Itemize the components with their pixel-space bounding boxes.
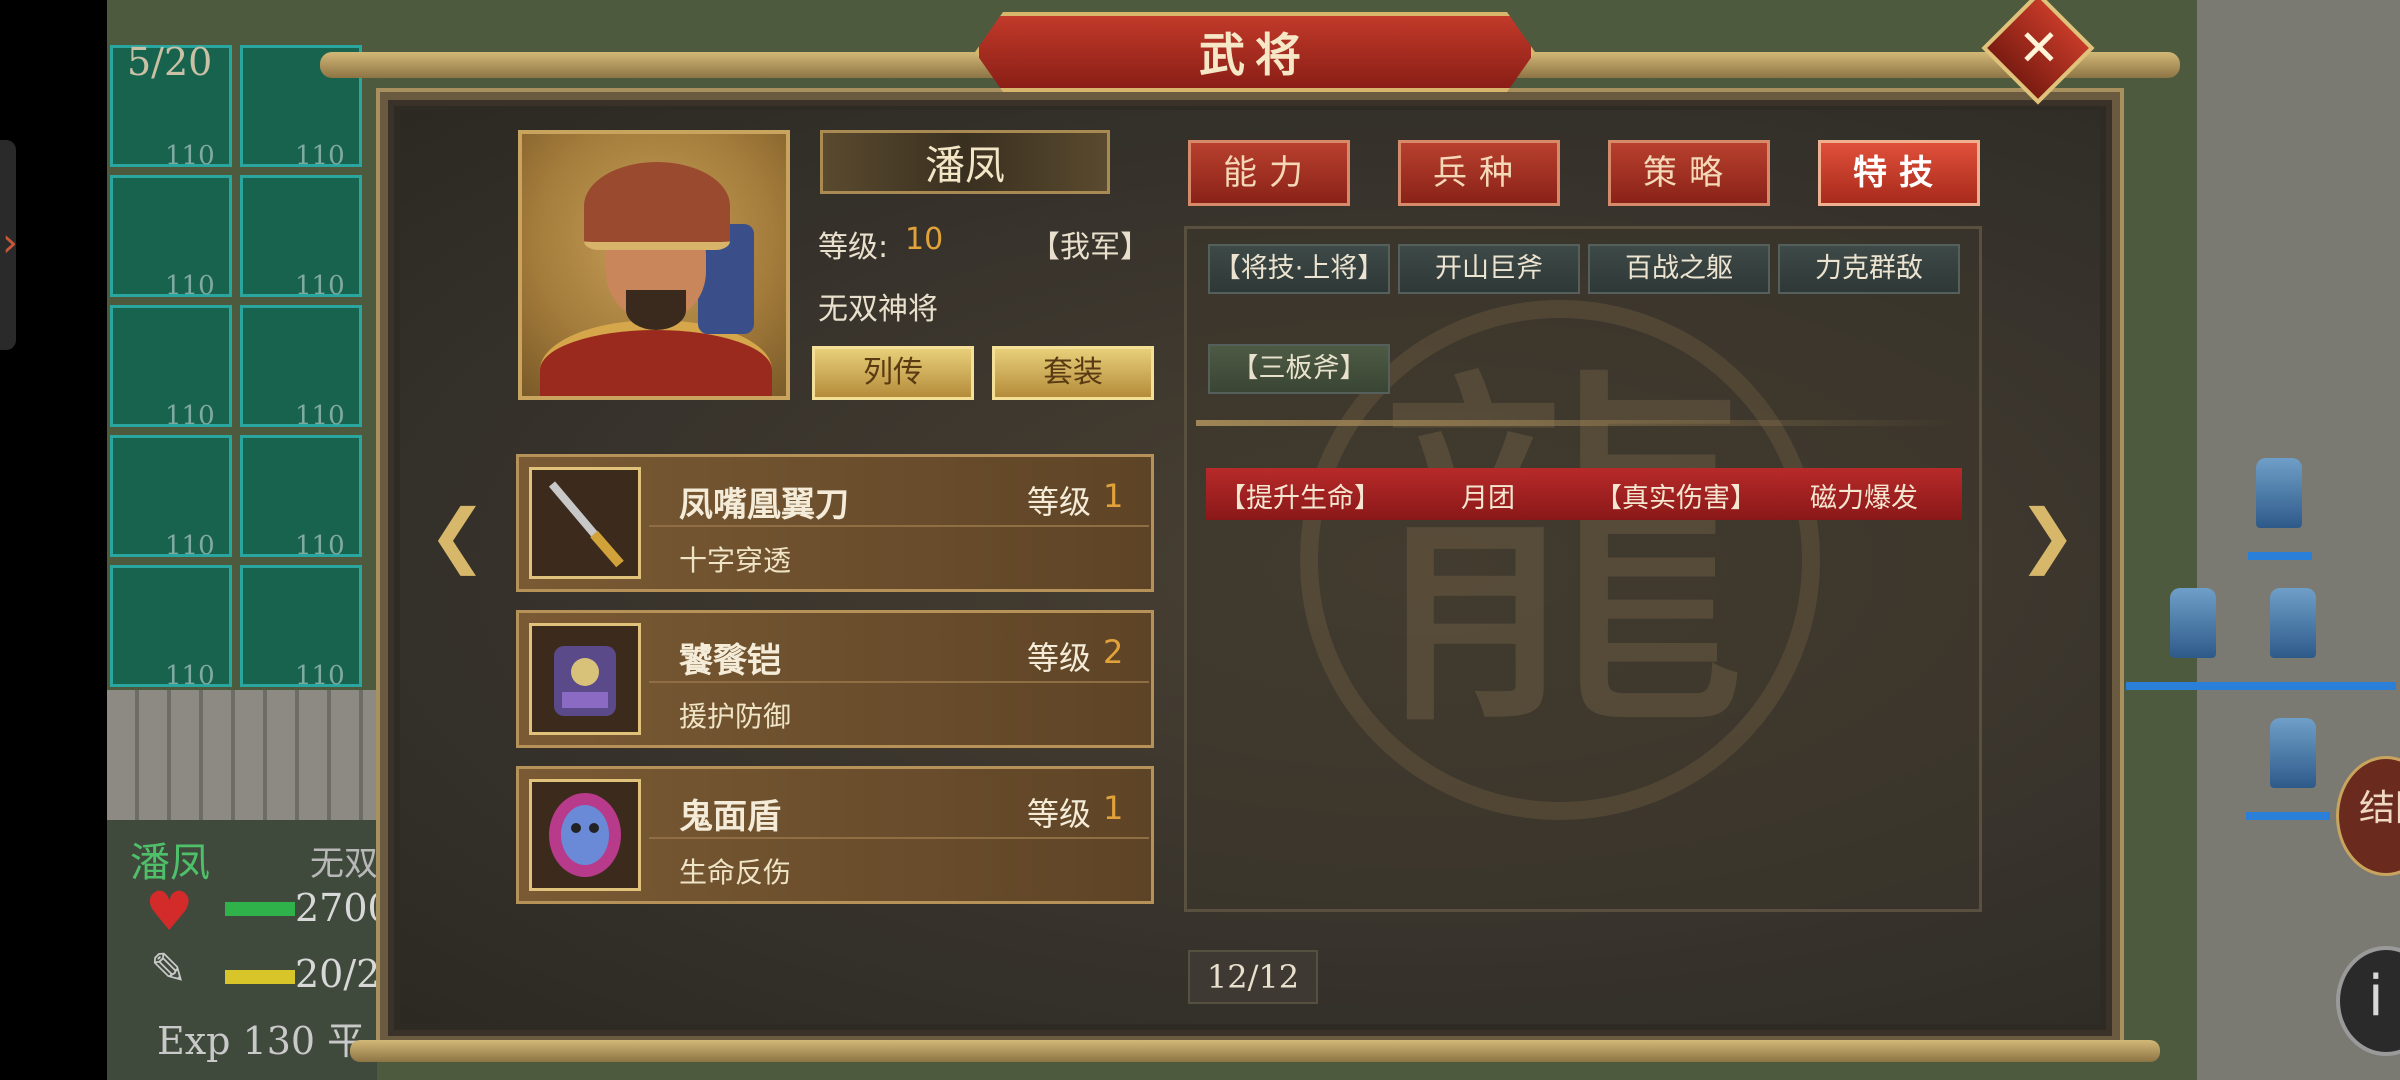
next-hero-arrow-icon[interactable]: ❯ bbox=[2018, 500, 2077, 570]
tile-value: 110 bbox=[165, 531, 215, 561]
hp-value: 2700 bbox=[295, 886, 392, 930]
mp-bar bbox=[225, 970, 295, 984]
tile-value: 110 bbox=[295, 401, 345, 431]
heart-icon: ♥ bbox=[145, 880, 194, 943]
equipment-level-label: 等级 bbox=[1027, 639, 1092, 677]
enemy-unit[interactable] bbox=[2170, 588, 2216, 658]
unit-hp-bar bbox=[2246, 812, 2330, 820]
equipment-item[interactable]: 凤嘴凰翼刀 等级 1 十字穿透 bbox=[516, 454, 1154, 592]
hero-level-value: 10 bbox=[905, 222, 944, 257]
divider bbox=[1196, 420, 1956, 426]
equipment-name: 鬼面盾 bbox=[679, 797, 781, 837]
skill-chip[interactable]: 【将技·上将】 bbox=[1208, 244, 1390, 294]
equipment-skill: 援护防御 bbox=[679, 700, 792, 733]
outfit-button[interactable]: 套装 bbox=[992, 346, 1154, 400]
effect-item: 磁力爆发 bbox=[1810, 483, 1918, 514]
drawer-arrow-icon: › bbox=[2, 220, 18, 266]
tab-special-skills[interactable]: 特技 bbox=[1818, 140, 1980, 206]
tile-value: 110 bbox=[295, 141, 345, 171]
effect-item: 【真实伤害】 bbox=[1595, 483, 1757, 514]
feather-icon: ✎ bbox=[150, 944, 187, 995]
equipment-name: 凤嘴凰翼刀 bbox=[679, 485, 849, 525]
unit-hp-bar bbox=[2126, 682, 2396, 690]
hero-name: 潘凤 bbox=[925, 143, 1005, 189]
hero-faction: 【我军】 bbox=[1030, 230, 1150, 265]
skill-chip[interactable]: 力克群敌 bbox=[1778, 244, 1960, 294]
skill-chip[interactable]: 百战之躯 bbox=[1588, 244, 1770, 294]
equipment-skill: 十字穿透 bbox=[679, 544, 792, 577]
biography-button[interactable]: 列传 bbox=[812, 346, 974, 400]
equipment-name: 饕餮铠 bbox=[679, 641, 781, 681]
armor-icon bbox=[529, 623, 641, 735]
tile-value: 110 bbox=[295, 271, 345, 301]
tab-ability[interactable]: 能力 bbox=[1188, 140, 1350, 206]
dialog-bottom-rail bbox=[350, 1040, 2160, 1062]
page-indicator: 12/12 bbox=[1188, 950, 1318, 1004]
hero-level-label: 等级: bbox=[818, 230, 889, 265]
hero-portrait bbox=[518, 130, 790, 400]
equipment-level-label: 等级 bbox=[1027, 795, 1092, 833]
enemy-unit[interactable] bbox=[2270, 718, 2316, 788]
equipment-level: 1 bbox=[1103, 789, 1124, 827]
tab-strategy[interactable]: 策略 bbox=[1608, 140, 1770, 206]
blade-icon bbox=[529, 467, 641, 579]
equipment-item[interactable]: 饕餮铠 等级 2 援护防御 bbox=[516, 610, 1154, 748]
enemy-unit[interactable] bbox=[2270, 588, 2316, 658]
tile-value: 110 bbox=[165, 401, 215, 431]
skill-chip[interactable]: 开山巨斧 bbox=[1398, 244, 1580, 294]
tile-value: 110 bbox=[165, 661, 215, 691]
tile-value: 110 bbox=[165, 271, 215, 301]
equipment-level: 2 bbox=[1103, 633, 1124, 671]
equipment-skill: 生命反伤 bbox=[679, 856, 792, 889]
tile-value: 110 bbox=[165, 141, 215, 171]
skill-chip[interactable]: 【三板斧】 bbox=[1208, 344, 1390, 394]
effect-item: 【提升生命】 bbox=[1219, 483, 1381, 514]
equipment-level-label: 等级 bbox=[1027, 483, 1092, 521]
close-icon[interactable]: ✕ bbox=[2012, 18, 2066, 78]
hp-bar bbox=[225, 902, 295, 916]
unit-hp-bar bbox=[2248, 552, 2312, 560]
tile-value: 110 bbox=[295, 661, 345, 691]
tab-troops[interactable]: 兵种 bbox=[1398, 140, 1560, 206]
hero-name-plate: 潘凤 bbox=[820, 130, 1110, 194]
dialog-title: 武将 bbox=[1199, 28, 1311, 82]
enemy-unit[interactable] bbox=[2256, 458, 2302, 528]
city-wall bbox=[107, 690, 377, 820]
shield-icon bbox=[529, 779, 641, 891]
map-terrain bbox=[2197, 0, 2400, 1080]
hero-title: 无双神将 bbox=[818, 292, 938, 327]
previous-hero-arrow-icon[interactable]: ❮ bbox=[428, 500, 487, 570]
tile-value: 110 bbox=[295, 531, 345, 561]
effect-item: 月团 bbox=[1461, 483, 1515, 514]
mp-value: 20/2 bbox=[295, 952, 381, 996]
equipment-level: 1 bbox=[1103, 477, 1124, 515]
dialog-title-plate: 武将 bbox=[975, 12, 1535, 92]
equipment-item[interactable]: 鬼面盾 等级 1 生命反伤 bbox=[516, 766, 1154, 904]
turn-counter: 5/20 bbox=[127, 40, 213, 84]
unit-status-title: 无双 bbox=[310, 844, 378, 884]
exp-value: Exp 130 平 bbox=[157, 1019, 366, 1063]
